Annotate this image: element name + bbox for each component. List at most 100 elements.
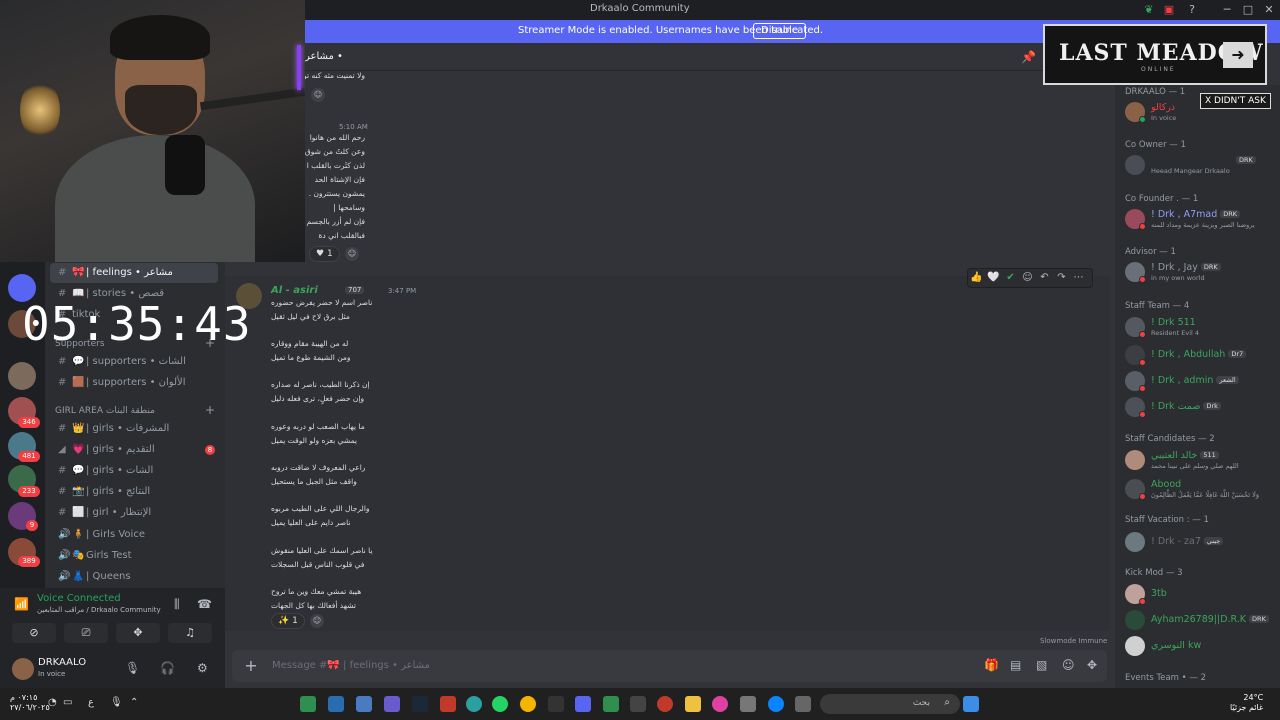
taskbar-clock[interactable]: ٠٧:١٥ م ٢٧/٠٦/٢٠٢٥	[10, 693, 50, 713]
minimize-icon[interactable]: ─	[1220, 3, 1234, 16]
disconnect-icon[interactable]: ☎	[197, 597, 212, 611]
app-icon[interactable]	[603, 696, 619, 712]
member-item[interactable]: ! Drk 511 Resident Evil 4	[1123, 315, 1278, 339]
wifi-icon[interactable]: ◔	[48, 697, 57, 708]
microphone-icon[interactable]: 🎙	[125, 661, 140, 675]
channel-girls-results[interactable]: # 📸 | girls • النتائج	[50, 482, 218, 502]
member-item[interactable]: ! Drk - za7 جيني	[1123, 530, 1278, 554]
display-icon[interactable]: ▭	[63, 697, 72, 708]
soundboard-button[interactable]: ♫	[168, 623, 212, 643]
discord-icon[interactable]	[575, 696, 591, 712]
message-author[interactable]: Al - asiri	[271, 285, 318, 296]
member-item[interactable]: ! Drk , A7mad DRK يروضنا الصبر وبزينة عزيم…	[1123, 207, 1278, 231]
app-icon[interactable]	[328, 696, 344, 712]
task-view-icon[interactable]	[795, 696, 811, 712]
app-icon[interactable]	[630, 696, 646, 712]
settings-icon[interactable]: ⚙	[197, 661, 208, 675]
member-item[interactable]: Ayham26789||D.R.K DRK	[1123, 608, 1278, 632]
show-hidden-icons[interactable]: ⌃	[130, 697, 138, 708]
reaction-sparkle[interactable]: ✨ 1	[271, 613, 305, 629]
member-item[interactable]: Abood وَلَا تَحْسَبَنَّ اللَّهَ غَافِلًا …	[1123, 477, 1278, 501]
nitro-icon[interactable]: ❦	[1142, 3, 1156, 16]
channel-emoji: 👗	[72, 571, 85, 582]
help-icon[interactable]: ?	[1185, 3, 1199, 16]
app-icon[interactable]	[356, 696, 372, 712]
category-girl-area[interactable]: GIRL AREA منطقة البنات	[55, 406, 155, 416]
voice-channel-girls-voice[interactable]: 🔊 🧍 | Girls Voice	[50, 525, 218, 545]
maximize-icon[interactable]: □	[1241, 3, 1255, 16]
message-composer[interactable]: + Message #🎀 | feelings • مشاعر 🎁 ▤ ▧ ☺ …	[232, 650, 1107, 682]
check-icon[interactable]: ✔	[1002, 269, 1019, 287]
edge-icon[interactable]	[768, 696, 784, 712]
server-unread-badge: 481	[18, 451, 40, 462]
steam-icon[interactable]	[412, 696, 428, 712]
app-icon[interactable]	[384, 696, 400, 712]
gift-icon[interactable]: 🎁	[984, 658, 999, 672]
reply-icon[interactable]: ↶	[1036, 269, 1053, 287]
weather-widget[interactable]: 24°C غائم جزئيًا	[1230, 693, 1263, 713]
noise-suppression-icon[interactable]: ⫼	[174, 597, 180, 612]
emoji-icon[interactable]: ☺	[1062, 658, 1075, 672]
avatar[interactable]	[12, 658, 34, 680]
close-icon[interactable]: ✕	[1262, 3, 1276, 16]
start-icon[interactable]	[963, 696, 979, 712]
app-icon[interactable]	[466, 696, 482, 712]
add-reaction-icon[interactable]: ☺	[310, 614, 324, 628]
channel-label: | girls • النتائج	[86, 486, 151, 497]
voice-channel-girls-test[interactable]: 🔊 🎭 Girls Test	[50, 546, 218, 566]
app-icon[interactable]	[300, 696, 316, 712]
member-item[interactable]: DRK Heead Mangear Drkaalo	[1123, 153, 1278, 177]
channel-girls-mods[interactable]: # 👑 | girls • المشرفات	[50, 419, 218, 439]
app-icon[interactable]	[657, 696, 673, 712]
whatsapp-icon[interactable]	[492, 696, 508, 712]
member-item[interactable]: النوسري kw	[1123, 634, 1278, 658]
file-explorer-icon[interactable]	[685, 696, 701, 712]
add-reaction-icon[interactable]: ☺	[345, 247, 359, 261]
headphones-icon[interactable]: 🎧	[160, 661, 175, 675]
more-icon[interactable]: ⋯	[1070, 269, 1087, 287]
attach-icon[interactable]: +	[242, 657, 260, 675]
channel-girls-chat[interactable]: # 💬 | girls • الشات	[50, 461, 218, 481]
store-icon[interactable]	[740, 696, 756, 712]
camera-button[interactable]: ⊘	[12, 623, 56, 643]
apps-icon[interactable]: ✥	[1087, 658, 1097, 672]
channel-girls-apply[interactable]: ◢ 💗 | girls • التقديم	[50, 440, 218, 460]
channel-supporters-colors[interactable]: # 🟫 | supporters • الألوان	[50, 373, 218, 393]
server-icon[interactable]	[8, 362, 36, 390]
signal-icon[interactable]: 📶	[14, 597, 29, 611]
inbox-icon[interactable]: ▣	[1162, 3, 1176, 16]
screen-share-button[interactable]: ⎚	[64, 623, 108, 643]
gif-icon[interactable]: ▤	[1010, 658, 1021, 672]
mic-tray-icon[interactable]: 🎙	[110, 697, 123, 708]
sticker-icon[interactable]: ▧	[1036, 658, 1047, 672]
member-item[interactable]: ! Drk صمت Drk	[1123, 395, 1278, 419]
disable-streamer-button[interactable]: Disable	[753, 23, 807, 39]
app-icon[interactable]	[548, 696, 564, 712]
thumbs-up-icon[interactable]: 👍	[968, 269, 985, 287]
message-line: وإن حضر فعلٍ، ترى فعله دليل	[271, 394, 365, 403]
app-icon[interactable]	[440, 696, 456, 712]
member-item[interactable]: خالد العتيبي 511 اللهم صلي وسلم على نبينا …	[1123, 448, 1278, 472]
voice-channel-name[interactable]: مراقب المتابعين / Drkaalo Community	[37, 606, 161, 614]
language-indicator[interactable]: ع	[88, 697, 94, 708]
channel-feelings[interactable]: # 🎀 | feelings • مشاعر	[50, 263, 218, 283]
taskbar-search[interactable]: بحث ⌕	[820, 694, 960, 714]
forward-icon[interactable]: ↷	[1053, 269, 1070, 287]
voice-channel-queens[interactable]: 🔊 👗 | Queens	[50, 567, 218, 587]
member-item[interactable]: ! Drk , Abdullah Dr7	[1123, 343, 1278, 367]
pin-icon[interactable]: 📌	[1021, 50, 1036, 64]
heart-icon[interactable]: 🤍	[985, 269, 1002, 287]
app-icon[interactable]	[712, 696, 728, 712]
channel-girl-waiting[interactable]: # ⬜ | girl • الإنتظار	[50, 503, 218, 523]
user-status: In voice	[38, 670, 66, 678]
add-reaction-icon[interactable]: ☺	[311, 88, 325, 102]
add-channel-icon[interactable]: +	[205, 403, 215, 417]
add-reaction-icon[interactable]: ☺	[1019, 269, 1036, 287]
member-item[interactable]: ! Drk , admin الشعر	[1123, 369, 1278, 393]
channel-supporters-chat[interactable]: # 💬 | supporters • الشات	[50, 352, 218, 372]
activities-button[interactable]: ✥	[116, 623, 160, 643]
member-item[interactable]: 3tb	[1123, 582, 1278, 606]
reaction-heart[interactable]: ♥ 1	[309, 246, 340, 262]
member-item[interactable]: ! Drk , Jay DRK in my own world	[1123, 260, 1278, 284]
chrome-icon[interactable]	[520, 696, 536, 712]
